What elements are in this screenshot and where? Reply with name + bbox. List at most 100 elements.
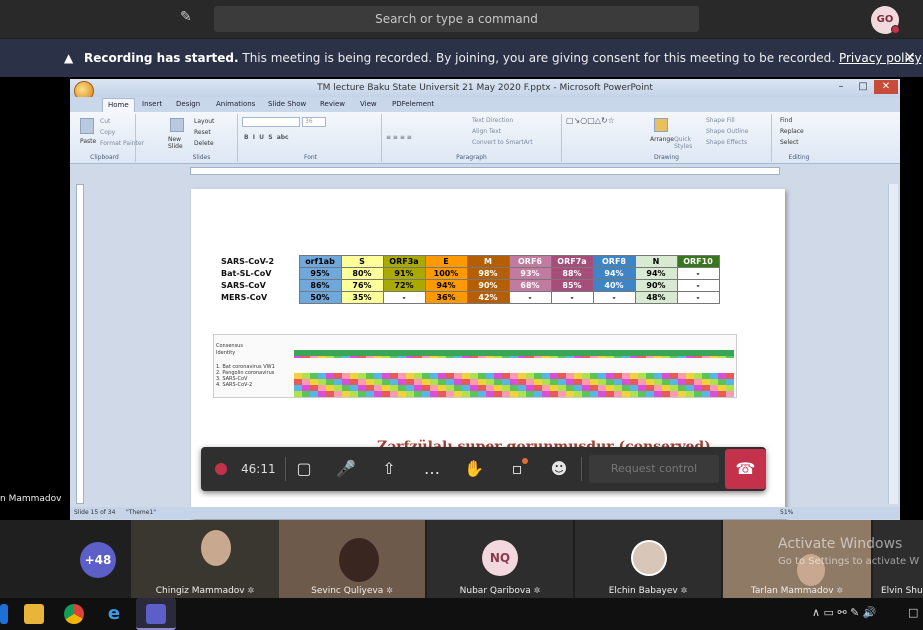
banner-text: This meeting is being recorded. By joini… [242, 51, 836, 65]
quick-styles-button[interactable]: Quick Styles [674, 136, 696, 150]
table-cell: 42% [466, 291, 510, 304]
shape-effects-button[interactable]: Shape Effects [706, 139, 747, 146]
table-row: MERS-CoV 50% 35% -36% 42% - - -48% - [219, 291, 720, 304]
close-window-icon[interactable]: ✕ [874, 80, 898, 94]
font-size-select[interactable]: 36 [302, 117, 326, 127]
ppt-title-bar: TM lecture Baku State Universit 21 May 2… [70, 79, 900, 97]
participant-name: Elchin Babayev ✲ [608, 586, 688, 596]
participant-tile[interactable]: Elchin Babayev ✲ [575, 520, 721, 598]
user-avatar[interactable]: GO [871, 6, 900, 34]
sequence-alignment: Consensus Identity 1. Bat coronavirus VW… [213, 334, 737, 398]
tab-insert[interactable]: Insert [142, 98, 162, 111]
table-cell: 35% [340, 291, 384, 304]
new-slide-icon[interactable] [170, 118, 184, 132]
vertical-scrollbar[interactable] [888, 184, 898, 504]
raise-hand-icon[interactable]: ✋ [462, 457, 486, 481]
minimize-icon[interactable]: – [830, 80, 852, 94]
close-icon[interactable]: ✕ [904, 39, 916, 77]
align-text-button[interactable]: Align Text [472, 128, 501, 135]
align-icons[interactable]: ≡ ≡ ≡ ≡ [386, 134, 412, 141]
tab-home[interactable]: Home [102, 98, 135, 112]
maximize-icon[interactable]: □ [852, 80, 874, 94]
search-input[interactable]: Search or type a command [214, 6, 699, 32]
column-header: M [466, 255, 510, 268]
participant-video [339, 538, 379, 582]
find-button[interactable]: Find [780, 117, 792, 124]
mic-off-icon: ✲ [533, 586, 541, 595]
request-control-button[interactable]: Request control [589, 455, 719, 483]
layout-button[interactable]: Layout [194, 118, 214, 125]
tab-design[interactable]: Design [176, 98, 200, 111]
format-painter-button[interactable]: Format Painter [100, 140, 144, 147]
arrange-icon[interactable] [654, 118, 668, 132]
ribbon: Paste Cut Copy Format Painter Clipboard … [70, 112, 900, 164]
replace-button[interactable]: Replace [780, 128, 804, 135]
row-name: SARS-CoV [221, 281, 266, 290]
notifications-icon[interactable]: □ [908, 606, 918, 619]
hang-up-icon[interactable]: ☎ [725, 449, 766, 489]
text-direction-button[interactable]: Text Direction [472, 117, 513, 124]
table-cell: 93% [508, 267, 552, 280]
paste-button[interactable]: Paste [80, 138, 96, 145]
tab-pdfelement[interactable]: PDFelement [392, 98, 434, 111]
paste-icon[interactable] [80, 118, 94, 134]
start-icon[interactable] [0, 604, 8, 624]
table-cell: 90% [466, 279, 510, 292]
table-cell: - [676, 267, 720, 280]
table-cell: 94% [424, 279, 468, 292]
cut-button[interactable]: Cut [100, 118, 110, 125]
font-name-select[interactable] [242, 117, 300, 127]
tab-review[interactable]: Review [320, 98, 345, 111]
tab-view[interactable]: View [360, 98, 377, 111]
participant-tile[interactable]: NQ Nubar Qaribova ✲ [427, 520, 573, 598]
chrome-icon[interactable] [64, 604, 84, 624]
drawing-label: Drawing [654, 154, 679, 161]
paragraph-label: Paragraph [456, 154, 487, 161]
participants-icon[interactable]: ☻ [547, 457, 571, 481]
chat-icon[interactable]: ▫ [505, 457, 529, 481]
status-zoom[interactable]: 51% [780, 507, 793, 519]
table-cell: 76% [340, 279, 384, 292]
select-button[interactable]: Select [780, 139, 799, 146]
column-header: N [634, 255, 678, 268]
tab-animations[interactable]: Animations [216, 98, 255, 111]
participant-tile[interactable]: Chingiz Mammadov ✲ [131, 520, 279, 598]
compose-icon[interactable]: ✎ [180, 9, 200, 29]
convert-smartart-button[interactable]: Convert to SmartArt [472, 139, 533, 146]
windows-taskbar: e ∧ ▭ ⚯ ✎ 🔊 □ [0, 598, 923, 630]
file-explorer-icon[interactable] [24, 604, 44, 624]
arrange-button[interactable]: Arrange [650, 136, 674, 143]
table-cell: 98% [466, 267, 510, 280]
delete-button[interactable]: Delete [194, 140, 214, 147]
shape-outline-button[interactable]: Shape Outline [706, 128, 748, 135]
new-slide-button[interactable]: New Slide [168, 136, 190, 150]
participant-name: Elvin Shu [881, 586, 923, 596]
bold-icon[interactable]: B I U S abc [244, 134, 289, 141]
column-header: ORF6 [508, 255, 552, 268]
mic-off-icon[interactable]: 🎤 [334, 457, 358, 481]
tab-slide-show[interactable]: Slide Show [268, 98, 306, 111]
table-row: SARS-CoV 86% 76% 72% 94% 90% 68% 85% 40% 90% - [219, 279, 720, 292]
group-drawing: ▢↘○□△↻☆ Arrange Quick Styles Shape Fill … [562, 114, 772, 162]
participant-tile[interactable]: Sevinc Quliyeva ✲ [279, 520, 425, 598]
more-participants-button[interactable]: +48 [80, 542, 116, 578]
group-font: 36 B I U S abc Font [240, 114, 382, 162]
editing-label: Editing [788, 154, 810, 161]
table-cell: - [382, 291, 426, 304]
column-header: ORF8 [592, 255, 636, 268]
copy-button[interactable]: Copy [100, 129, 115, 136]
more-options-icon[interactable]: … [420, 457, 444, 481]
edge-icon[interactable]: e [104, 604, 124, 624]
teams-taskbar-icon[interactable] [136, 598, 176, 630]
ribbon-tabs: Home Insert Design Animations Slide Show… [70, 97, 900, 112]
reset-button[interactable]: Reset [194, 129, 211, 136]
table-cell: 86% [298, 279, 342, 292]
column-header: orf1ab [298, 255, 342, 268]
system-tray-icons[interactable]: ∧ ▭ ⚯ ✎ 🔊 [812, 606, 877, 619]
meeting-timer: 46:11 [241, 462, 276, 476]
participants-strip: +48 Chingiz Mammadov ✲ Sevinc Quliyeva ✲… [0, 520, 923, 598]
camera-off-icon[interactable]: ▢ [292, 457, 316, 481]
shapes-gallery-icon[interactable]: ▢↘○□△↻☆ [566, 116, 615, 125]
share-screen-icon[interactable]: ⇧ [377, 457, 401, 481]
shape-fill-button[interactable]: Shape Fill [706, 117, 735, 124]
